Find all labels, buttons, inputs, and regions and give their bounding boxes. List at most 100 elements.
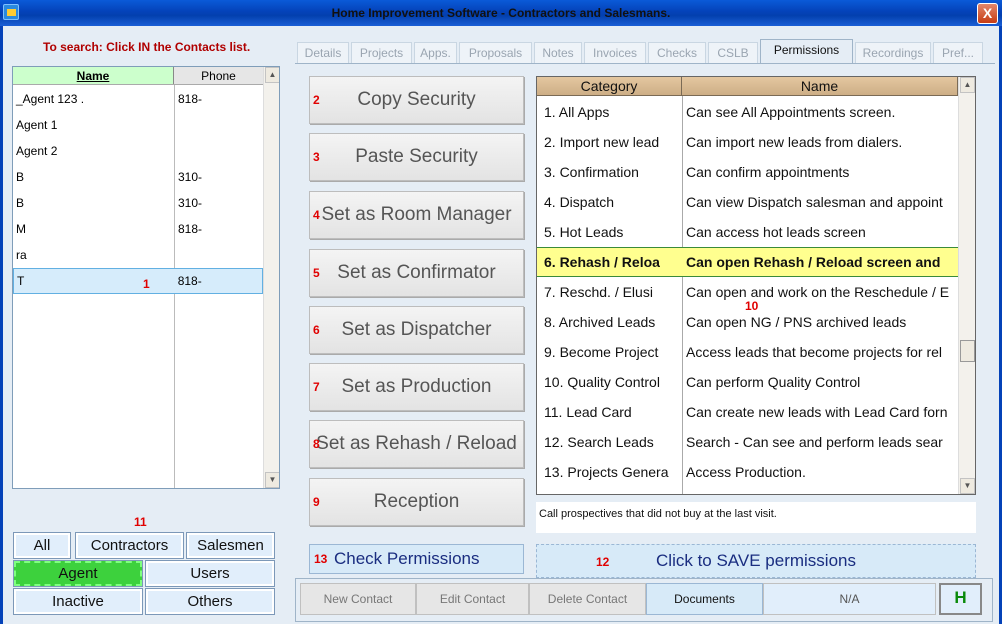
permission-row[interactable]: 1. All Apps Can see All Appointments scr… xyxy=(537,97,958,127)
set-room-manager-button[interactable]: 4 Set as Room Manager xyxy=(309,191,524,239)
tab-recordings[interactable]: Recordings xyxy=(855,42,931,64)
na-button[interactable]: N/A xyxy=(763,583,936,615)
set-production-button[interactable]: 7 Set as Production xyxy=(309,363,524,411)
filter-all-button[interactable]: All xyxy=(13,532,71,559)
column-header-phone[interactable]: Phone xyxy=(174,67,263,84)
filter-agent-button[interactable]: Agent xyxy=(13,560,143,587)
tab-apps[interactable]: Apps. xyxy=(414,42,457,64)
marker-13: 13 xyxy=(314,552,328,566)
check-permissions-button[interactable]: 13 Check Permissions xyxy=(309,544,524,574)
set-confirmator-button[interactable]: 5 Set as Confirmator xyxy=(309,249,524,297)
set-dispatcher-button[interactable]: 6 Set as Dispatcher xyxy=(309,306,524,354)
permission-name: Can open NG / PNS archived leads xyxy=(686,314,907,330)
contact-name: M xyxy=(16,222,26,236)
delete-contact-button[interactable]: Delete Contact xyxy=(529,583,646,615)
contact-row-selected[interactable]: T 818- xyxy=(13,268,263,294)
tab-checks[interactable]: Checks xyxy=(648,42,706,64)
main-window: To search: Click IN the Contacts list. N… xyxy=(0,26,1002,624)
close-button[interactable]: X xyxy=(977,3,998,24)
tab-notes[interactable]: Notes xyxy=(534,42,582,64)
set-rehash-reload-button[interactable]: 8 Set as Rehash / Reload xyxy=(309,420,524,468)
tab-projects[interactable]: Projects xyxy=(351,42,412,64)
scroll-thumb[interactable] xyxy=(960,340,975,362)
permission-row[interactable]: 13. Projects Genera Access Production. xyxy=(537,457,958,487)
contact-name: _Agent 123 . xyxy=(16,92,85,106)
contact-row[interactable]: _Agent 123 . 818- xyxy=(13,86,263,112)
permission-row[interactable]: 12. Search Leads Search - Can see and pe… xyxy=(537,427,958,457)
set-production-label: Set as Production xyxy=(341,376,492,397)
permission-category: 11. Lead Card xyxy=(544,404,632,420)
tab-details[interactable]: Details xyxy=(297,42,349,64)
permission-row-selected[interactable]: 6. Rehash / Reloa Can open Rehash / Relo… xyxy=(537,247,958,277)
contacts-list[interactable]: Name Phone _Agent 123 . 818- Agent 1 Age… xyxy=(12,66,280,489)
filter-salesmen-button[interactable]: Salesmen xyxy=(186,532,275,559)
marker-6: 6 xyxy=(313,323,320,337)
contact-row[interactable]: ra xyxy=(13,242,263,268)
set-room-manager-label: Set as Room Manager xyxy=(321,204,512,225)
permission-name: Can open Rehash / Reload screen and xyxy=(686,254,941,270)
permission-row[interactable]: 11. Lead Card Can create new leads with … xyxy=(537,397,958,427)
documents-button[interactable]: Documents xyxy=(646,583,763,615)
contact-row[interactable]: B 310- xyxy=(13,190,263,216)
permissions-grid[interactable]: Category Name 1. All Apps Can see All Ap… xyxy=(536,76,976,495)
tab-preferences[interactable]: Pref... xyxy=(933,42,983,64)
contact-name: Agent 1 xyxy=(16,118,58,132)
permission-row[interactable]: 4. Dispatch Can view Dispatch salesman a… xyxy=(537,187,958,217)
scroll-down-arrow-icon[interactable]: ▼ xyxy=(265,472,279,488)
permission-row[interactable]: 9. Become Project Access leads that beco… xyxy=(537,337,958,367)
filter-contractors-button[interactable]: Contractors xyxy=(75,532,184,559)
contact-phone: 818- xyxy=(177,274,202,288)
marker-5: 5 xyxy=(313,266,320,280)
save-permissions-button[interactable]: 12 Click to SAVE permissions xyxy=(536,544,976,578)
marker-10: 10 xyxy=(745,299,759,313)
column-header-category[interactable]: Category xyxy=(537,77,682,96)
permission-name: Can create new leads with Lead Card forn xyxy=(686,404,948,420)
tab-invoices[interactable]: Invoices xyxy=(584,42,646,64)
filter-others-button[interactable]: Others xyxy=(145,588,275,615)
permission-name: Can import new leads from dialers. xyxy=(686,134,903,150)
contact-row[interactable]: Agent 1 xyxy=(13,112,263,138)
filter-inactive-button[interactable]: Inactive xyxy=(13,588,143,615)
marker-1: 1 xyxy=(143,277,150,291)
marker-12: 12 xyxy=(596,555,610,569)
permission-row[interactable]: 2. Import new lead Can import new leads … xyxy=(537,127,958,157)
scroll-up-arrow-icon[interactable]: ▲ xyxy=(960,77,975,93)
permission-row[interactable]: 3. Confirmation Can confirm appointments xyxy=(537,157,958,187)
paste-security-button[interactable]: 3 Paste Security xyxy=(309,133,524,181)
column-header-name[interactable]: Name xyxy=(13,67,174,84)
filter-users-button[interactable]: Users xyxy=(145,560,275,587)
contacts-scrollbar[interactable]: ▲ ▼ xyxy=(263,67,279,488)
permission-category: 13. Projects Genera xyxy=(544,464,669,480)
permission-category: 1. All Apps xyxy=(544,104,610,120)
copy-security-button[interactable]: 2 Copy Security xyxy=(309,76,524,124)
permission-name: Search - Can see and perform leads sear xyxy=(686,434,943,450)
scroll-up-arrow-icon[interactable]: ▲ xyxy=(265,67,279,83)
set-rehash-reload-label: Set as Rehash / Reload xyxy=(316,433,517,454)
contact-phone: 310- xyxy=(178,196,203,210)
scroll-down-arrow-icon[interactable]: ▼ xyxy=(960,478,975,494)
marker-11: 11 xyxy=(134,515,147,529)
permission-name: Can see All Appointments screen. xyxy=(686,104,896,120)
search-hint: To search: Click IN the Contacts list. xyxy=(43,40,251,54)
permission-category: 9. Become Project xyxy=(544,344,659,360)
permission-category: 4. Dispatch xyxy=(544,194,615,210)
title-bar: Home Improvement Software - Contractors … xyxy=(0,0,1002,26)
contact-row[interactable]: M 818- xyxy=(13,216,263,242)
contact-row[interactable]: Agent 2 xyxy=(13,138,263,164)
help-button[interactable]: H xyxy=(939,583,982,615)
contact-row[interactable]: B 310- xyxy=(13,164,263,190)
permission-category: 6. Rehash / Reloa xyxy=(544,254,660,270)
reception-button[interactable]: 9 Reception xyxy=(309,478,524,526)
permission-category: 10. Quality Control xyxy=(544,374,660,390)
permission-row[interactable]: 10. Quality Control Can perform Quality … xyxy=(537,367,958,397)
permission-row[interactable]: 5. Hot Leads Can access hot leads screen xyxy=(537,217,958,247)
tab-cslb[interactable]: CSLB xyxy=(708,42,758,64)
save-permissions-label: Click to SAVE permissions xyxy=(656,551,856,570)
tab-permissions[interactable]: Permissions xyxy=(760,39,853,64)
new-contact-button[interactable]: New Contact xyxy=(300,583,416,615)
column-header-permission-name[interactable]: Name xyxy=(682,77,958,96)
copy-security-label: Copy Security xyxy=(357,89,476,110)
tab-proposals[interactable]: Proposals xyxy=(459,42,532,64)
permissions-scrollbar[interactable]: ▲ ▼ xyxy=(958,77,975,494)
edit-contact-button[interactable]: Edit Contact xyxy=(416,583,529,615)
